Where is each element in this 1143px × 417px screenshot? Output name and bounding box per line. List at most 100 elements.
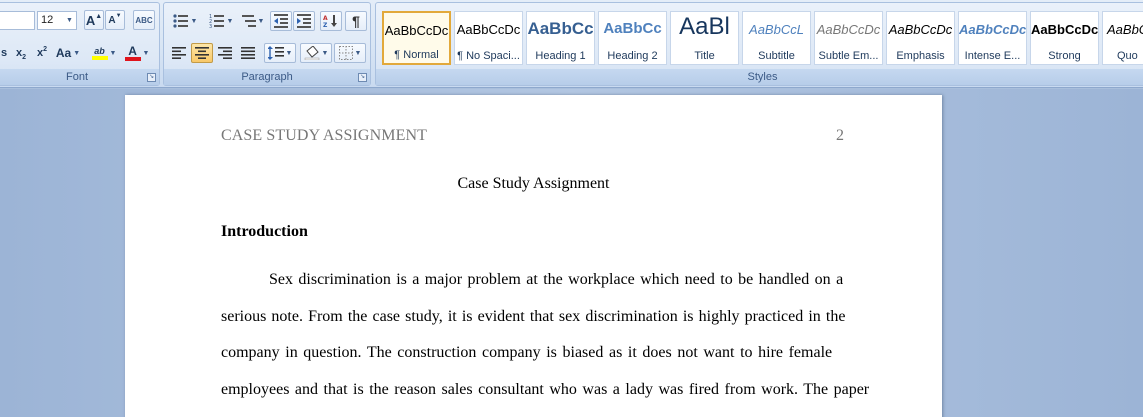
font-size-combo[interactable]: 12 ▼ [37, 11, 77, 30]
style-name: Subtitle [758, 50, 795, 62]
style-sample: AaBbCcDc [888, 22, 953, 37]
paragraph-group: ▼ 1 2 3 ▼ ▼ A Z ¶ ▼ ▼ ▼ Paragraph ↘ [163, 2, 371, 86]
paragraph-line: serious note. From the case study, it is… [221, 308, 846, 325]
style-heading-1[interactable]: AaBbCc Heading 1 [526, 11, 595, 65]
justify-button[interactable] [237, 43, 259, 63]
paragraph-line: company in question. The construction co… [221, 344, 833, 361]
paragraph-group-label: Paragraph [164, 69, 370, 85]
multilevel-list-button[interactable]: ▼ [240, 11, 266, 31]
style-sample: AaBbCcDc [456, 22, 521, 37]
style-name: Emphasis [896, 50, 945, 62]
font-dialog-launcher-icon[interactable]: ↘ [147, 73, 156, 82]
sort-icon: A Z [323, 15, 337, 28]
sort-button[interactable]: A Z [320, 11, 342, 31]
ribbon: 12 ▼ A ▲ A ▼ ABC s x2 x2 Aa ▼ ab ▼ A ▼ F… [0, 0, 1143, 88]
shrink-font-icon: A [108, 14, 116, 26]
styles-group: AaBbCcDc ¶ Normal AaBbCcDc ¶ No Spaci...… [375, 2, 1143, 86]
style-normal[interactable]: AaBbCcDc ¶ Normal [382, 11, 451, 65]
style-quote[interactable]: AaBbCc Quo [1102, 11, 1143, 65]
style-name: Intense E... [964, 50, 1021, 62]
style-emphasis[interactable]: AaBbCcDc Emphasis [886, 11, 955, 65]
style-intense-emphasis[interactable]: AaBbCcDc Intense E... [958, 11, 1027, 65]
style-no-spacing[interactable]: AaBbCcDc ¶ No Spaci... [454, 11, 523, 65]
align-left-button[interactable] [168, 43, 190, 63]
align-left-icon [172, 47, 186, 59]
document-page[interactable]: CASE STUDY ASSIGNMENT 2 Case Study Assig… [125, 95, 942, 417]
font-color-icon: A [124, 45, 141, 61]
font-color-button[interactable]: A ▼ [122, 43, 152, 63]
borders-button[interactable]: ▼ [334, 43, 366, 63]
font-name-combo[interactable] [0, 11, 35, 30]
style-heading-2[interactable]: AaBbCc Heading 2 [598, 11, 667, 65]
style-name: Heading 1 [535, 50, 586, 62]
change-case-icon: Aa [55, 46, 72, 60]
style-sample: AaBbCc [1107, 22, 1143, 37]
multilevel-list-icon [241, 15, 256, 27]
change-case-button[interactable]: Aa ▼ [55, 43, 81, 63]
align-center-button[interactable] [191, 43, 213, 63]
svg-text:A: A [323, 15, 328, 22]
style-name: ¶ Normal [394, 49, 439, 61]
styles-group-label: Styles [376, 69, 1143, 85]
style-sample: AaBbCcDc [384, 23, 449, 38]
document-title: Case Study Assignment [457, 175, 610, 192]
line-spacing-button[interactable]: ▼ [264, 43, 296, 63]
style-name: Subtle Em... [818, 50, 879, 62]
subscript-button[interactable]: x2 [10, 43, 32, 63]
style-subtitle[interactable]: AaBbCcL Subtitle [742, 11, 811, 65]
paragraph-dialog-launcher-icon[interactable]: ↘ [358, 73, 367, 82]
style-name: Strong [1048, 50, 1081, 62]
style-strong[interactable]: AaBbCcDc Strong [1030, 11, 1099, 65]
decrease-indent-icon [274, 14, 288, 28]
borders-icon [338, 46, 353, 60]
align-center-icon [195, 47, 209, 59]
style-sample: AaBbCcDc [1031, 22, 1098, 37]
increase-indent-icon [297, 14, 311, 28]
clear-formatting-icon: ABC [135, 15, 153, 25]
font-size-value: 12 [41, 14, 54, 26]
page-number: 2 [836, 127, 844, 144]
style-sample: AaBl [679, 13, 730, 40]
shading-button[interactable]: ▼ [300, 43, 332, 63]
decrease-indent-button[interactable] [270, 11, 292, 31]
pilcrow-icon: ¶ [352, 13, 360, 29]
bullets-button[interactable]: ▼ [168, 11, 202, 31]
font-group-label: Font [0, 69, 159, 85]
strikethrough-button[interactable]: s [0, 43, 9, 63]
style-name: ¶ No Spaci... [457, 50, 520, 62]
highlight-icon: ab [91, 46, 108, 60]
strikethrough-icon: s [0, 47, 8, 59]
paint-bucket-icon [304, 46, 319, 60]
style-name: Heading 2 [607, 50, 658, 62]
style-sample: AaBbCcDc [816, 22, 881, 37]
style-subtle-emphasis[interactable]: AaBbCcDc Subtle Em... [814, 11, 883, 65]
justify-icon [241, 47, 255, 59]
svg-text:Z: Z [323, 22, 328, 28]
style-sample: AaBbCcDc [959, 22, 1026, 37]
page-header-title: CASE STUDY ASSIGNMENT [221, 127, 427, 144]
highlight-button[interactable]: ab ▼ [89, 43, 119, 63]
increase-indent-button[interactable] [293, 11, 315, 31]
grow-font-button[interactable]: A ▲ [84, 10, 104, 30]
chevron-down-icon[interactable]: ▼ [64, 13, 75, 28]
font-group: 12 ▼ A ▲ A ▼ ABC s x2 x2 Aa ▼ ab ▼ A ▼ F… [0, 2, 160, 86]
style-sample: AaBbCcL [749, 22, 804, 37]
numbering-icon: 1 2 3 [209, 14, 224, 28]
style-title[interactable]: AaBl Title [670, 11, 739, 65]
style-name: Quo [1117, 50, 1138, 62]
superscript-button[interactable]: x2 [32, 43, 52, 63]
bullets-icon [172, 14, 188, 28]
show-formatting-marks-button[interactable]: ¶ [345, 11, 367, 31]
shrink-font-button[interactable]: A ▼ [105, 10, 125, 30]
style-sample: AaBbCc [527, 19, 594, 38]
clear-formatting-button[interactable]: ABC [133, 10, 155, 30]
svg-text:3: 3 [209, 24, 212, 28]
style-sample: AaBbCc [603, 20, 662, 37]
align-right-button[interactable] [214, 43, 236, 63]
document-workspace: CASE STUDY ASSIGNMENT 2 Case Study Assig… [0, 89, 1143, 417]
style-name: Title [694, 50, 715, 62]
paragraph-line: Sex discrimination is a major problem at… [269, 271, 844, 288]
section-heading: Introduction [221, 223, 308, 240]
paragraph-line: employees and that is the reason sales c… [221, 381, 870, 398]
numbering-button[interactable]: 1 2 3 ▼ [204, 11, 238, 31]
